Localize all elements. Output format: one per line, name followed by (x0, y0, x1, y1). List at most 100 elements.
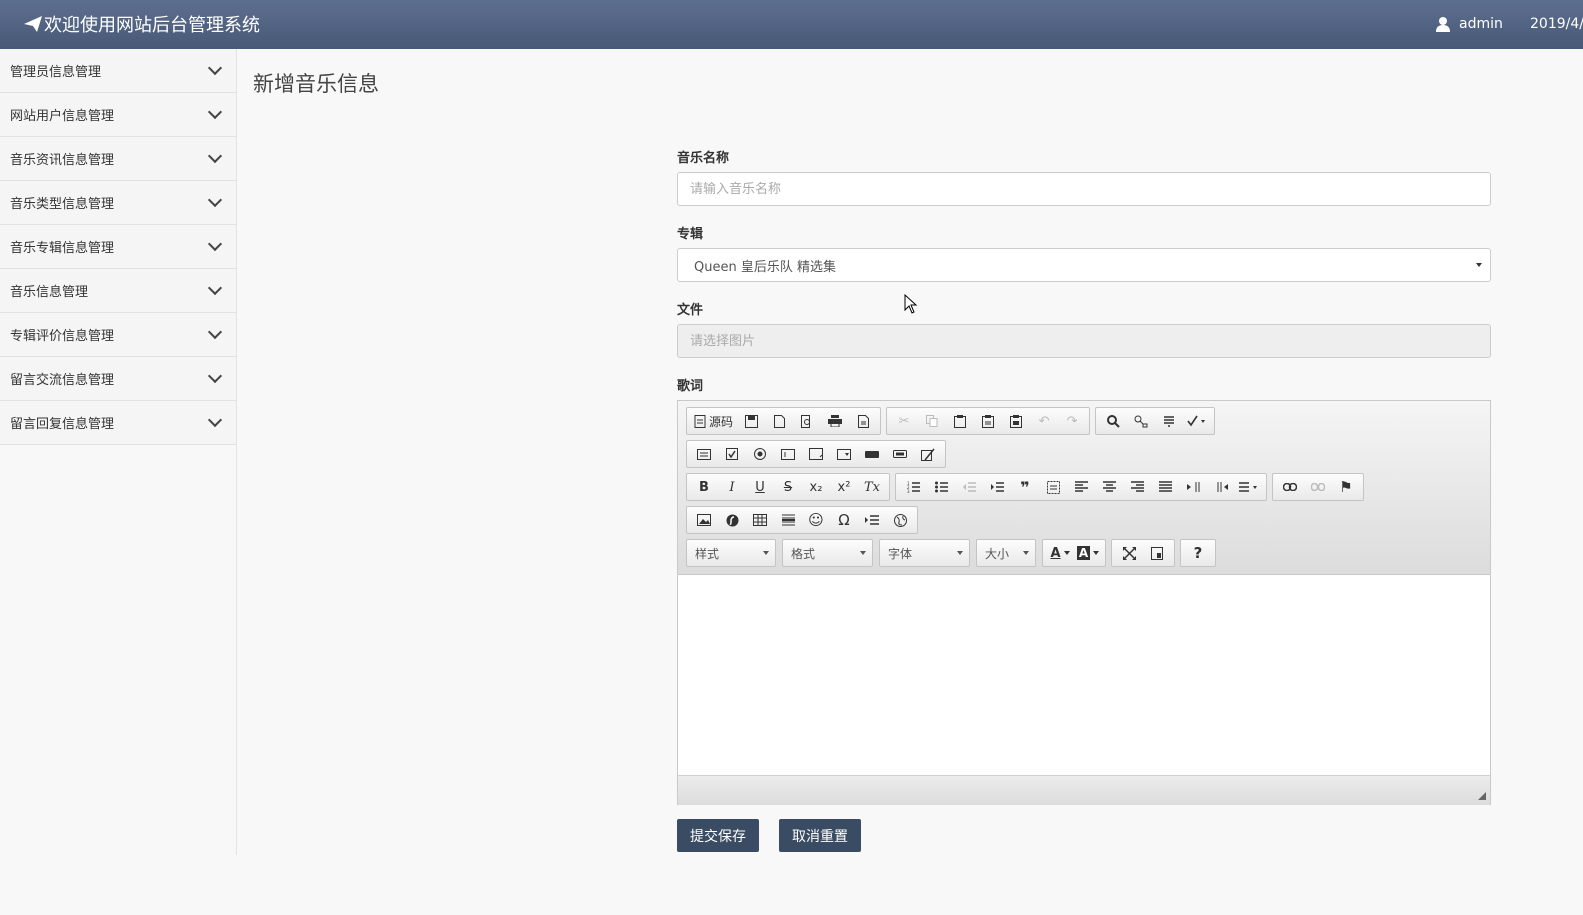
select-field-icon[interactable] (830, 442, 858, 466)
hidden-field-icon[interactable] (914, 442, 942, 466)
outdent-icon[interactable] (955, 475, 983, 499)
bold-icon[interactable]: B (690, 475, 718, 499)
music-name-input[interactable] (677, 172, 1491, 206)
styles-dropdown[interactable]: 样式 (686, 539, 776, 567)
textarea-icon[interactable] (802, 442, 830, 466)
chevron-down-icon (207, 104, 223, 120)
file-label: 文件 (677, 303, 704, 318)
sidebar: 管理员信息管理 网站用户信息管理 音乐资讯信息管理 音乐类型信息管理 音乐专辑信… (0, 49, 237, 855)
templates-icon[interactable] (849, 409, 877, 433)
font-dropdown[interactable]: 字体 (879, 539, 970, 567)
music-name-label: 音乐名称 (677, 151, 730, 166)
sidebar-item-site-users[interactable]: 网站用户信息管理 (0, 93, 236, 137)
text-color-icon[interactable]: A (1046, 541, 1074, 565)
superscript-icon[interactable]: x² (830, 475, 858, 499)
flash-icon[interactable] (718, 508, 746, 532)
unlink-icon[interactable] (1304, 475, 1332, 499)
editing-group (1095, 407, 1216, 435)
undo-icon[interactable]: ↶ (1030, 409, 1058, 433)
language-icon[interactable] (1235, 475, 1263, 499)
sidebar-item-admin[interactable]: 管理员信息管理 (0, 49, 236, 93)
copy-icon[interactable] (918, 409, 946, 433)
italic-icon[interactable]: I (718, 475, 746, 499)
page-title: 新增音乐信息 (253, 72, 379, 96)
table-icon[interactable] (746, 508, 774, 532)
show-blocks-icon[interactable] (1143, 541, 1171, 565)
sidebar-item-music[interactable]: 音乐信息管理 (0, 269, 236, 313)
album-select[interactable]: Queen 皇后乐队 精选集 (677, 248, 1491, 282)
align-center-icon[interactable] (1095, 475, 1123, 499)
new-page-icon[interactable] (765, 409, 793, 433)
save-icon[interactable] (737, 409, 765, 433)
paste-icon[interactable] (946, 409, 974, 433)
iframe-globe-icon[interactable] (886, 508, 914, 532)
indent-icon[interactable] (983, 475, 1011, 499)
resize-handle-icon[interactable] (1478, 792, 1486, 800)
caret-down-icon (1476, 263, 1482, 267)
subscript-icon[interactable]: x₂ (802, 475, 830, 499)
bg-color-icon[interactable]: A (1074, 541, 1102, 565)
redo-icon[interactable]: ↷ (1058, 409, 1086, 433)
file-input[interactable] (677, 324, 1491, 358)
cut-icon[interactable]: ✂ (890, 409, 918, 433)
paste-text-icon[interactable] (974, 409, 1002, 433)
link-icon[interactable] (1276, 475, 1304, 499)
align-left-icon[interactable] (1067, 475, 1095, 499)
find-icon[interactable] (1099, 409, 1127, 433)
numbered-list-icon[interactable]: 123 (899, 475, 927, 499)
submit-button[interactable]: 提交保存 (677, 819, 759, 852)
replace-icon[interactable] (1127, 409, 1155, 433)
align-right-icon[interactable] (1123, 475, 1151, 499)
sidebar-item-messages[interactable]: 留言交流信息管理 (0, 357, 236, 401)
horizontal-rule-icon[interactable] (774, 508, 802, 532)
help-icon[interactable]: ? (1184, 541, 1212, 565)
div-container-icon[interactable] (1039, 475, 1067, 499)
chevron-down-icon (207, 148, 223, 164)
sidebar-item-label: 音乐信息管理 (10, 285, 89, 300)
sidebar-item-albums[interactable]: 音乐专辑信息管理 (0, 225, 236, 269)
radio-icon[interactable] (746, 442, 774, 466)
select-all-icon[interactable] (1155, 409, 1183, 433)
maximize-icon[interactable] (1115, 541, 1143, 565)
remove-format-icon[interactable]: Tx (858, 475, 886, 499)
anchor-flag-icon[interactable]: ⚑ (1332, 475, 1360, 499)
smiley-icon[interactable]: ☺ (802, 508, 830, 532)
strike-icon[interactable]: S (774, 475, 802, 499)
underline-icon[interactable]: U (746, 475, 774, 499)
sidebar-item-music-news[interactable]: 音乐资讯信息管理 (0, 137, 236, 181)
textfield-icon[interactable] (774, 442, 802, 466)
size-dropdown[interactable]: 大小 (976, 539, 1036, 567)
source-label: 源码 (709, 414, 734, 429)
sidebar-item-label: 音乐专辑信息管理 (10, 241, 115, 256)
lyrics-edit-area[interactable] (678, 575, 1490, 775)
tools-group (1111, 539, 1175, 567)
form-icon[interactable] (690, 442, 718, 466)
user-menu[interactable]: admin (1436, 16, 1503, 32)
format-dropdown[interactable]: 格式 (782, 539, 873, 567)
sidebar-item-album-reviews[interactable]: 专辑评价信息管理 (0, 313, 236, 357)
preview-icon[interactable] (793, 409, 821, 433)
caret-down-icon (860, 551, 866, 555)
button-field-icon[interactable] (858, 442, 886, 466)
chevron-down-icon (207, 368, 223, 384)
justify-icon[interactable] (1151, 475, 1179, 499)
paste-word-icon[interactable] (1002, 409, 1030, 433)
image-icon[interactable] (690, 508, 718, 532)
sidebar-item-music-types[interactable]: 音乐类型信息管理 (0, 181, 236, 225)
bullet-list-icon[interactable] (927, 475, 955, 499)
rtl-icon[interactable] (1207, 475, 1235, 499)
spellcheck-icon[interactable] (1183, 409, 1211, 433)
special-char-icon[interactable]: Ω (830, 508, 858, 532)
sidebar-item-replies[interactable]: 留言回复信息管理 (0, 401, 236, 445)
page-break-icon[interactable] (858, 508, 886, 532)
brand[interactable]: 欢迎使用网站后台管理系统 (24, 11, 260, 37)
blockquote-icon[interactable]: ❞ (1011, 475, 1039, 499)
source-button[interactable]: 源码 (690, 409, 737, 433)
print-icon[interactable] (821, 409, 849, 433)
sidebar-item-label: 留言回复信息管理 (10, 417, 115, 432)
album-label: 专辑 (677, 227, 704, 242)
checkbox-icon[interactable] (718, 442, 746, 466)
image-button-icon[interactable] (886, 442, 914, 466)
ltr-icon[interactable] (1179, 475, 1207, 499)
reset-button[interactable]: 取消重置 (779, 819, 861, 852)
